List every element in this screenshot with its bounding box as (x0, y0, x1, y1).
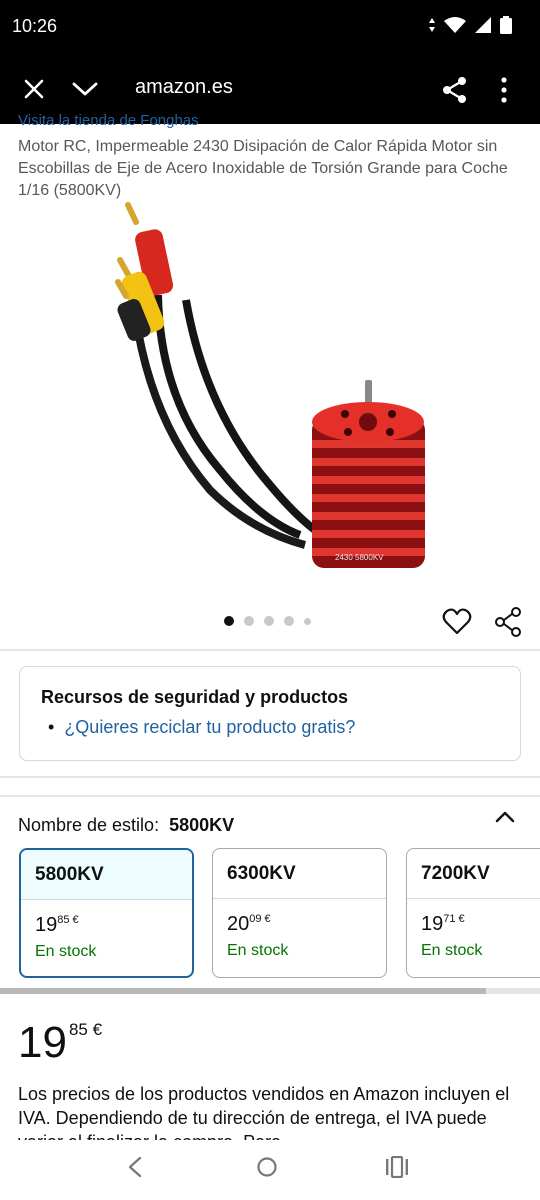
battery-icon (500, 16, 512, 34)
home-icon[interactable] (256, 1156, 278, 1178)
more-vert-icon[interactable] (496, 76, 512, 104)
option-stock: En stock (227, 942, 289, 959)
option-name: 6300KV (213, 849, 386, 899)
data-arrows-icon (429, 18, 435, 32)
style-label-text: Nombre de estilo: (18, 815, 160, 835)
carousel-dot[interactable] (304, 617, 311, 625)
option-stock: En stock (421, 942, 483, 959)
carousel-dot[interactable] (264, 616, 274, 626)
option-price: 1985 € (35, 914, 79, 936)
divider (0, 795, 540, 797)
carousel-dot[interactable] (244, 616, 254, 626)
divider (0, 776, 540, 778)
price: 19 85 € (18, 1018, 103, 1067)
url-text[interactable]: amazon.es (135, 76, 233, 99)
heart-icon[interactable] (442, 607, 472, 637)
status-time: 10:26 (12, 16, 58, 36)
motor-label: 2430 5800KV (335, 553, 384, 562)
option-stock: En stock (35, 943, 97, 960)
system-nav-bar (0, 1140, 540, 1200)
option-name: 5800KV (21, 850, 192, 900)
back-icon[interactable] (126, 1156, 144, 1178)
chevron-down-icon[interactable] (72, 81, 98, 97)
style-option-6300kv[interactable]: 6300KV 2009 € En stock (212, 848, 387, 978)
carousel-dot[interactable] (224, 616, 234, 626)
style-option-5800kv[interactable]: 5800KV 1985 € En stock (19, 848, 194, 978)
chevron-up-icon[interactable] (494, 809, 516, 825)
carousel-dot[interactable] (284, 616, 294, 626)
style-selected-value: 5800KV (169, 815, 235, 835)
store-link[interactable]: Visita la tienda de Fonghas (18, 112, 199, 129)
tax-note: Los precios de los productos vendidos en… (18, 1084, 510, 1140)
wifi-icon (444, 17, 466, 33)
option-price: 2009 € (227, 913, 271, 935)
divider (0, 649, 540, 651)
safety-card: Recursos de seguridad y productos ¿Quier… (19, 666, 521, 761)
style-label: Nombre de estilo: 5800KV (18, 815, 234, 836)
recent-apps-icon[interactable] (385, 1156, 409, 1178)
style-options: 5800KV 1985 € En stock 6300KV 2009 € En … (0, 848, 540, 980)
status-bar: 10:26 (0, 0, 540, 54)
status-icons (428, 16, 512, 34)
style-option-7200kv[interactable]: 7200KV 1971 € En stock (406, 848, 540, 978)
share-icon[interactable] (494, 607, 522, 637)
close-icon[interactable] (22, 77, 46, 101)
scrollbar-thumb[interactable] (0, 988, 486, 994)
share-icon[interactable] (442, 76, 468, 104)
safety-title: Recursos de seguridad y productos (41, 687, 349, 707)
product-title: Motor RC, Impermeable 2430 Disipación de… (18, 138, 508, 199)
option-price: 1971 € (421, 913, 465, 935)
option-name: 7200KV (407, 849, 540, 899)
options-scrollbar[interactable] (0, 988, 540, 994)
image-carousel-dots (224, 616, 311, 626)
product-image[interactable]: 2430 5800KV (100, 200, 440, 580)
recycle-link[interactable]: ¿Quieres reciclar tu producto gratis? (48, 717, 355, 738)
signal-icon (475, 17, 491, 33)
